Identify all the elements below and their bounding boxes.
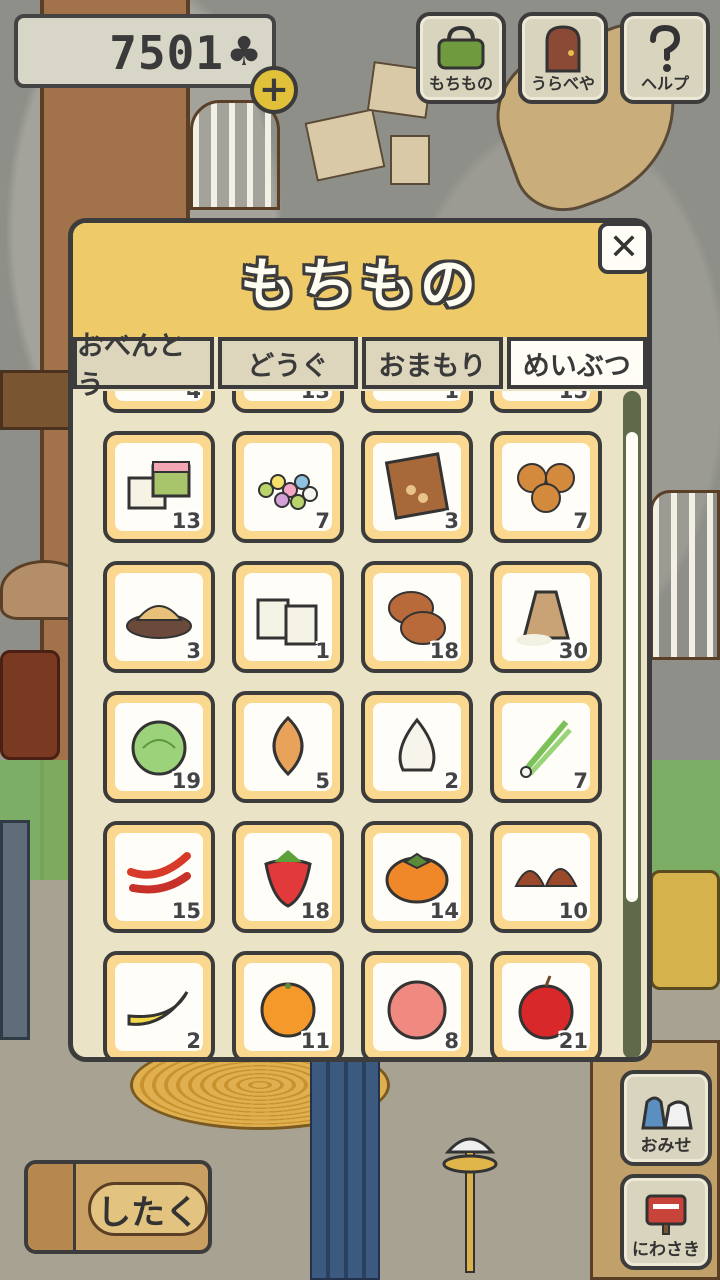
item-quantity: 15 — [171, 899, 201, 923]
metal-post — [0, 820, 30, 1040]
item-slot[interactable]: 7 — [490, 691, 602, 803]
scroll-thumb[interactable] — [626, 432, 638, 902]
shop-bags-icon — [624, 1082, 708, 1134]
clover-icon: ♣ — [226, 29, 262, 75]
category-tabs: おべんとう どうぐ おまもり めいぶつ — [73, 331, 647, 401]
backroom-button[interactable]: うらべや — [518, 12, 608, 104]
tab-lunch[interactable]: おべんとう — [73, 331, 214, 401]
barred-window — [190, 100, 280, 210]
modal-header: もちもの — [73, 223, 647, 337]
item-quantity: 13 — [300, 391, 330, 403]
item-quantity: 8 — [444, 1029, 459, 1053]
door-icon — [522, 24, 604, 74]
help-icon — [624, 24, 706, 74]
item-quantity: 18 — [300, 899, 330, 923]
item-slot[interactable]: 8 — [361, 951, 473, 1057]
item-quantity: 13 — [171, 509, 201, 533]
basket — [650, 870, 720, 990]
item-slot[interactable]: 14 — [361, 821, 473, 933]
item-slot[interactable]: 18 — [232, 821, 344, 933]
item-quantity: 7 — [315, 509, 330, 533]
item-quantity: 14 — [429, 899, 459, 923]
item-slot[interactable]: 7 — [232, 431, 344, 543]
tab-tools[interactable]: どうぐ — [217, 337, 358, 389]
blue-curtain — [310, 1060, 380, 1280]
item-quantity: 7 — [573, 769, 588, 793]
yard-button-label: にわさき — [632, 1240, 700, 1260]
item-slot[interactable]: 2 — [103, 951, 215, 1057]
item-slot[interactable]: 10 — [490, 821, 602, 933]
item-quantity: 10 — [558, 899, 588, 923]
prepare-button[interactable]: したく — [24, 1160, 212, 1254]
item-slot[interactable]: 15 — [490, 391, 602, 413]
item-slot[interactable]: 1 — [361, 391, 473, 413]
item-quantity: 5 — [315, 769, 330, 793]
help-button[interactable]: ヘルプ — [620, 12, 710, 104]
log-end — [28, 1164, 76, 1250]
item-slot[interactable]: 3 — [103, 561, 215, 673]
item-grid: 4 13 1 15 13 7 3 7 3 1 18 30 19 5 2 7 15 18 14 10 2 11 8 21 — [103, 391, 603, 1057]
tab-specialties[interactable]: めいぶつ — [506, 337, 647, 389]
inventory-modal: もちもの おべんとう どうぐ おまもり めいぶつ 4 13 1 15 13 7 3 7 3 1 18… — [68, 218, 652, 1062]
backroom-button-label: うらべや — [530, 74, 595, 93]
yard-button[interactable]: にわさき — [620, 1174, 712, 1270]
clover-count: 7501 — [109, 26, 224, 80]
item-quantity: 18 — [429, 639, 459, 663]
item-quantity: 3 — [444, 509, 459, 533]
item-slot[interactable]: 15 — [103, 821, 215, 933]
add-clover-button[interactable]: + — [250, 66, 298, 114]
item-slot[interactable]: 2 — [361, 691, 473, 803]
clay-pot — [0, 650, 60, 760]
item-slot[interactable]: 13 — [232, 391, 344, 413]
item-quantity: 30 — [558, 639, 588, 663]
shop-button-label: おみせ — [640, 1136, 692, 1156]
item-slot[interactable]: 7 — [490, 431, 602, 543]
item-quantity: 7 — [573, 509, 588, 533]
item-quantity: 4 — [186, 391, 201, 403]
clover-counter: 7501 ♣ — [14, 14, 276, 88]
item-slot[interactable]: 4 — [103, 391, 215, 413]
item-quantity: 2 — [444, 769, 459, 793]
help-button-label: ヘルプ — [640, 74, 689, 93]
item-quantity: 21 — [558, 1029, 588, 1053]
item-quantity: 1 — [315, 639, 330, 663]
bag-icon — [420, 24, 502, 74]
lamp — [442, 1137, 498, 1273]
item-quantity: 11 — [300, 1029, 330, 1053]
item-quantity: 19 — [171, 769, 201, 793]
barred-window-right — [650, 490, 720, 660]
item-slot[interactable]: 3 — [361, 431, 473, 543]
close-button[interactable]: ✕ — [598, 222, 650, 274]
item-grid-viewport[interactable]: 4 13 1 15 13 7 3 7 3 1 18 30 19 5 2 7 15 18 14 10 2 11 8 21 — [73, 391, 647, 1057]
inventory-button[interactable]: もちもの — [416, 12, 506, 104]
item-quantity: 2 — [186, 1029, 201, 1053]
tab-charms[interactable]: おまもり — [362, 337, 503, 389]
item-quantity: 15 — [558, 391, 588, 403]
item-slot[interactable]: 18 — [361, 561, 473, 673]
prepare-button-label: したく — [88, 1182, 208, 1236]
mailbox-icon — [624, 1186, 708, 1238]
item-slot[interactable]: 30 — [490, 561, 602, 673]
item-quantity: 1 — [444, 391, 459, 403]
modal-title: もちもの — [240, 252, 480, 318]
scrollbar[interactable] — [623, 391, 641, 1057]
item-slot[interactable]: 13 — [103, 431, 215, 543]
inventory-button-label: もちもの — [428, 74, 493, 93]
shop-button[interactable]: おみせ — [620, 1070, 712, 1166]
item-slot[interactable]: 19 — [103, 691, 215, 803]
item-slot[interactable]: 1 — [232, 561, 344, 673]
item-quantity: 3 — [186, 639, 201, 663]
item-slot[interactable]: 5 — [232, 691, 344, 803]
item-slot[interactable]: 11 — [232, 951, 344, 1057]
item-slot[interactable]: 21 — [490, 951, 602, 1057]
